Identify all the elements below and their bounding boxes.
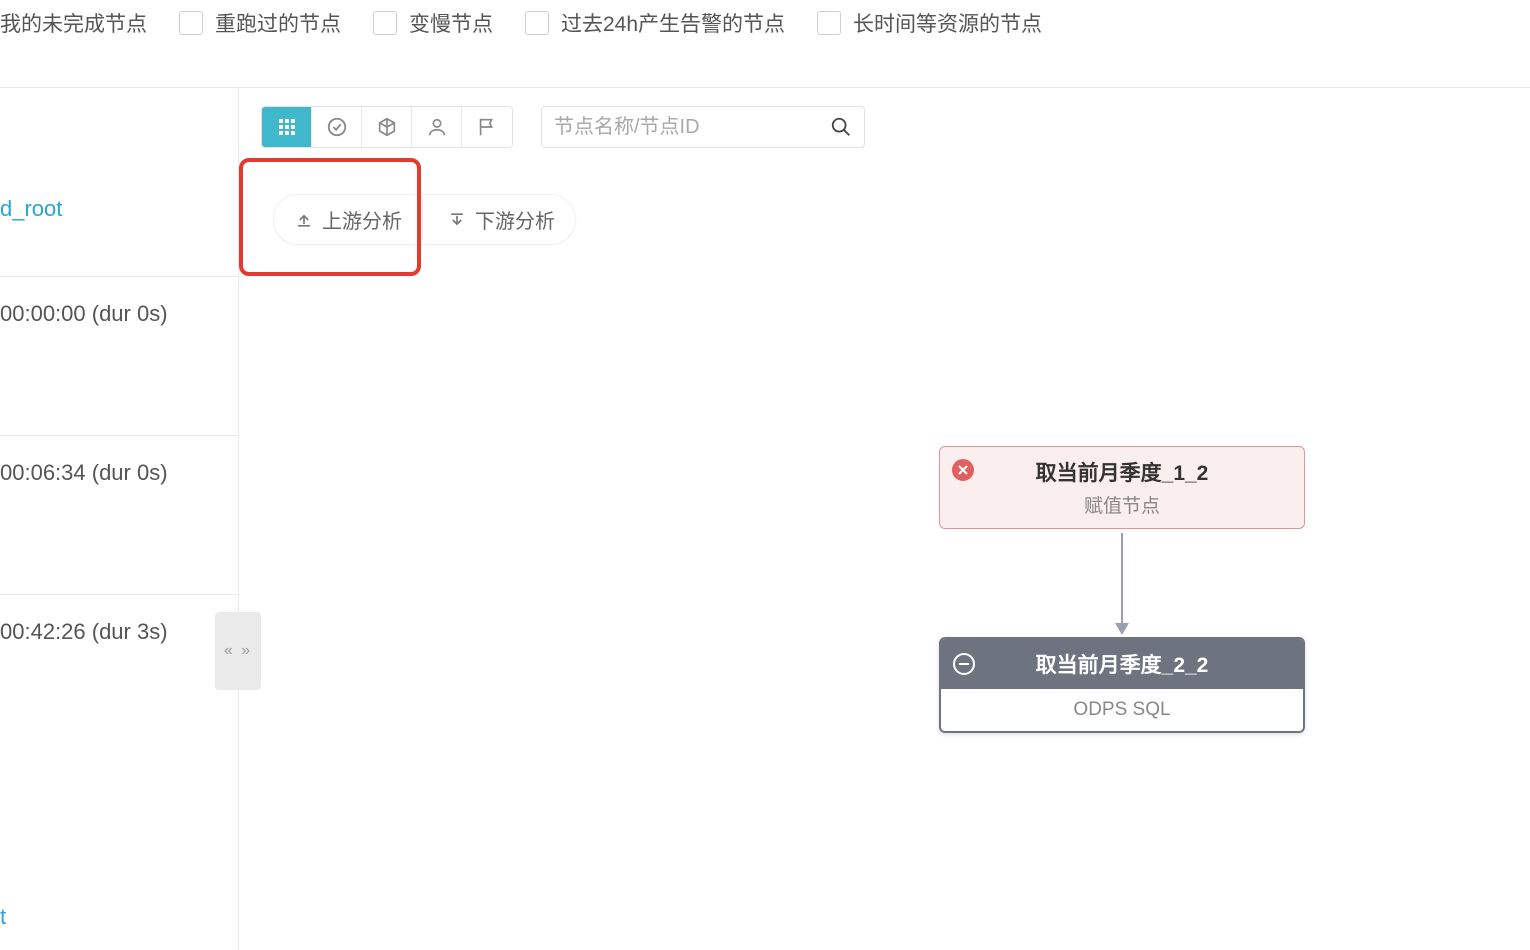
flag-view-button[interactable]	[462, 107, 512, 147]
search-icon	[830, 116, 852, 138]
toolbar	[239, 106, 1530, 148]
node-title-text: 取当前月季度_2_2	[1036, 654, 1209, 677]
node-title: 取当前月季度_2_2	[941, 639, 1303, 689]
check-circle-icon	[326, 116, 348, 138]
grid-icon	[277, 117, 297, 137]
bottom-link[interactable]: t	[0, 904, 6, 930]
time-entry-3[interactable]: 00:42:26 (dur 3s)	[0, 594, 238, 669]
analysis-buttons: 上游分析 下游分析	[273, 194, 576, 245]
panel-collapse-handle[interactable]: « »	[215, 612, 261, 690]
flag-icon	[476, 116, 498, 138]
left-panel: d_root 00:00:00 (dur 0s) 00:06:34 (dur 0…	[0, 88, 239, 950]
filter-label: 我的未完成节点	[0, 8, 147, 38]
downstream-label: 下游分析	[475, 205, 555, 234]
filter-bar: 我的未完成节点 重跑过的节点 变慢节点 过去24h产生告警的节点 长时间等资源的…	[0, 0, 1530, 88]
dag-edge-arrow	[1121, 533, 1123, 633]
checkbox-icon[interactable]	[179, 11, 203, 35]
filter-label: 变慢节点	[409, 8, 493, 38]
filter-slowed[interactable]: 变慢节点	[373, 8, 493, 38]
checkbox-icon[interactable]	[373, 11, 397, 35]
grid-view-button[interactable]	[262, 107, 312, 147]
user-view-button[interactable]	[412, 107, 462, 147]
upload-icon	[294, 210, 314, 230]
cube-view-button[interactable]	[362, 107, 412, 147]
downstream-analysis-button[interactable]: 下游分析	[427, 195, 575, 244]
view-mode-group	[261, 106, 513, 148]
filter-label: 重跑过的节点	[215, 8, 341, 38]
canvas-area: 上游分析 下游分析 « » 取当前月季度_1_2 赋值节点	[239, 88, 1530, 950]
checkbox-icon[interactable]	[525, 11, 549, 35]
user-icon	[426, 116, 448, 138]
checkbox-icon[interactable]	[817, 11, 841, 35]
main-content: d_root 00:00:00 (dur 0s) 00:06:34 (dur 0…	[0, 88, 1530, 950]
node-subtitle: 赋值节点	[940, 491, 1304, 528]
time-entry-2[interactable]: 00:06:34 (dur 0s)	[0, 435, 238, 510]
upstream-analysis-button[interactable]: 上游分析	[274, 195, 423, 244]
duration-text: 00:00:00 (dur 0s)	[0, 301, 168, 326]
dag-node-2[interactable]: 取当前月季度_2_2 ODPS SQL	[939, 637, 1305, 733]
search-input[interactable]	[554, 116, 830, 139]
search-box[interactable]	[541, 106, 865, 148]
filter-rerun[interactable]: 重跑过的节点	[179, 8, 341, 38]
duration-text: 00:42:26 (dur 3s)	[0, 619, 168, 644]
download-icon	[447, 210, 467, 230]
filter-24h-alert[interactable]: 过去24h产生告警的节点	[525, 8, 785, 38]
time-entry-1[interactable]: 00:00:00 (dur 0s)	[0, 276, 238, 351]
root-link[interactable]: d_root	[0, 88, 238, 222]
node-subtitle: ODPS SQL	[941, 689, 1303, 731]
node-title: 取当前月季度_1_2	[940, 447, 1304, 491]
filter-label: 过去24h产生告警的节点	[561, 8, 785, 38]
check-view-button[interactable]	[312, 107, 362, 147]
dag-canvas[interactable]: 取当前月季度_1_2 赋值节点 取当前月季度_2_2 ODPS SQL	[939, 446, 1305, 733]
upstream-label: 上游分析	[322, 205, 402, 234]
filter-waiting-resource[interactable]: 长时间等资源的节点	[817, 8, 1042, 38]
filter-label: 长时间等资源的节点	[853, 8, 1042, 38]
cube-icon	[376, 116, 398, 138]
duration-text: 00:06:34 (dur 0s)	[0, 460, 168, 485]
error-status-icon	[952, 459, 974, 481]
dag-node-1[interactable]: 取当前月季度_1_2 赋值节点	[939, 446, 1305, 529]
pending-status-icon	[953, 653, 975, 675]
filter-my-incomplete[interactable]: 我的未完成节点	[0, 8, 147, 38]
